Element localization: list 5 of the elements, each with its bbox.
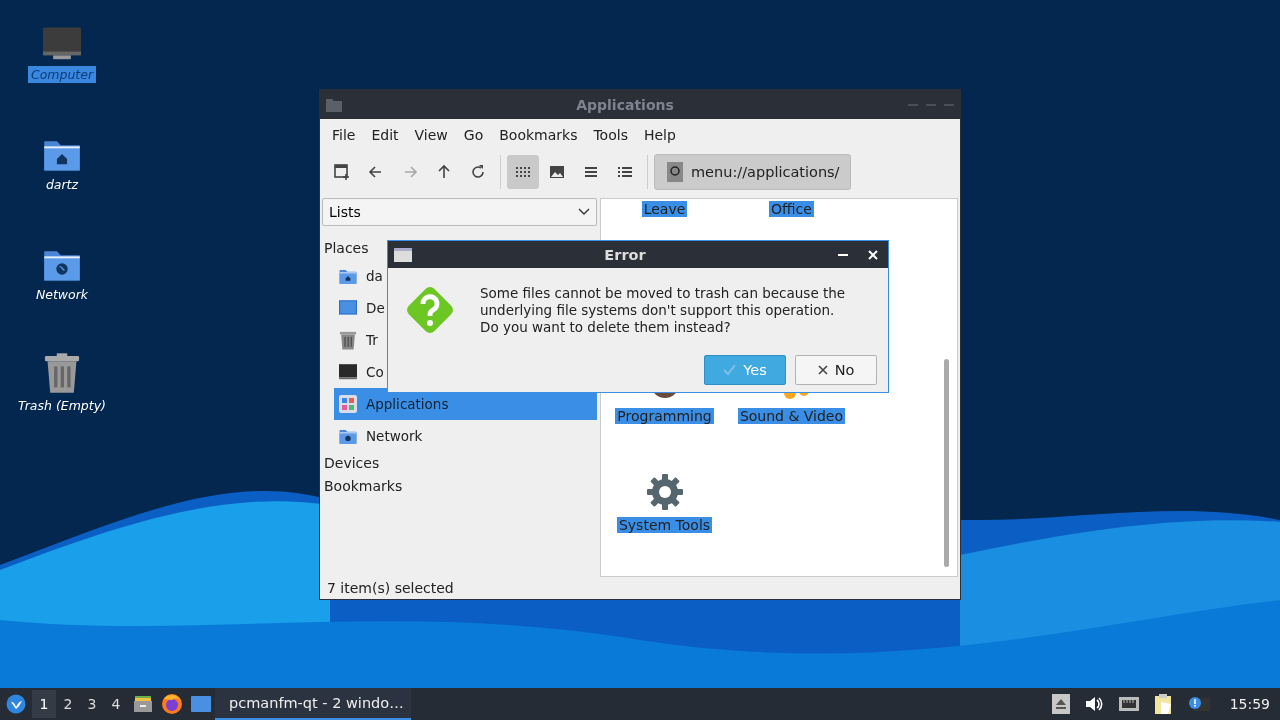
- dialog-title: Error: [603, 246, 647, 263]
- clock: 15:59: [1229, 696, 1270, 712]
- window-title: Applications: [575, 96, 675, 113]
- dialog-message: Some files cannot be moved to trash can because the underlying file systems don't support this operation. Do you want to delete them instead?: [480, 285, 847, 337]
- status-text: 7 item(s) selected: [326, 579, 455, 598]
